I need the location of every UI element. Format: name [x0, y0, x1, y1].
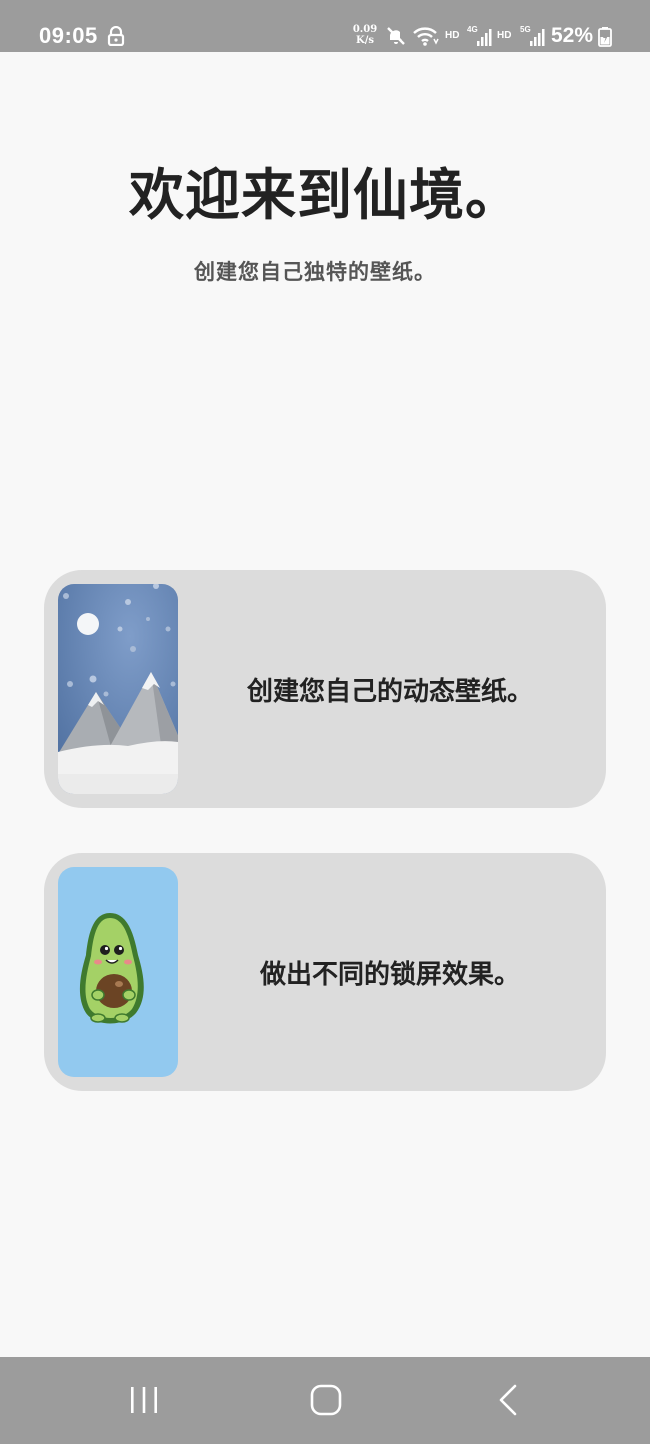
snowy-mountain-thumbnail [58, 584, 178, 794]
network-speed-value: 0.09 [352, 24, 378, 35]
recents-icon[interactable] [128, 1385, 160, 1415]
avocado-thumbnail [58, 867, 178, 1077]
battery-charging-icon [598, 27, 612, 47]
signal-4g-icon: 4G [467, 25, 492, 46]
page-subtitle: 创建您自己独特的壁纸。 [194, 259, 436, 284]
live-wallpaper-label: 创建您自己的动态壁纸。 [246, 676, 533, 707]
network-speed: 0.09 K/s [351, 24, 379, 46]
live-wallpaper-card[interactable]: 创建您自己的动态壁纸。 [44, 570, 606, 808]
back-icon[interactable] [496, 1383, 520, 1417]
network-speed-unit: K/s [356, 35, 374, 46]
snowy-mountain-image [58, 584, 178, 794]
battery-percent: 52% [551, 24, 594, 47]
signal-5g-icon: 5G [520, 25, 545, 46]
mute-icon [387, 27, 405, 45]
avocado-image [58, 867, 178, 1077]
home-icon[interactable] [309, 1383, 343, 1417]
lock-icon [107, 26, 125, 46]
lockscreen-effect-card[interactable]: 做出不同的锁屏效果。 [44, 853, 606, 1091]
navigation-bar [0, 1357, 650, 1444]
lockscreen-effect-label: 做出不同的锁屏效果。 [259, 959, 520, 990]
signal-5g-label: 5G [520, 25, 531, 34]
wifi-icon [413, 27, 439, 46]
signal-4g-label: 4G [467, 25, 478, 34]
hd-label-2: HD [497, 30, 512, 41]
page-title: 欢迎来到仙境。 [128, 162, 521, 227]
hd-label-1: HD [445, 30, 460, 41]
status-bar: 09:05 0.09 K/s HD 4G HD 5G 52% [0, 0, 650, 52]
status-time: 09:05 [39, 23, 98, 48]
